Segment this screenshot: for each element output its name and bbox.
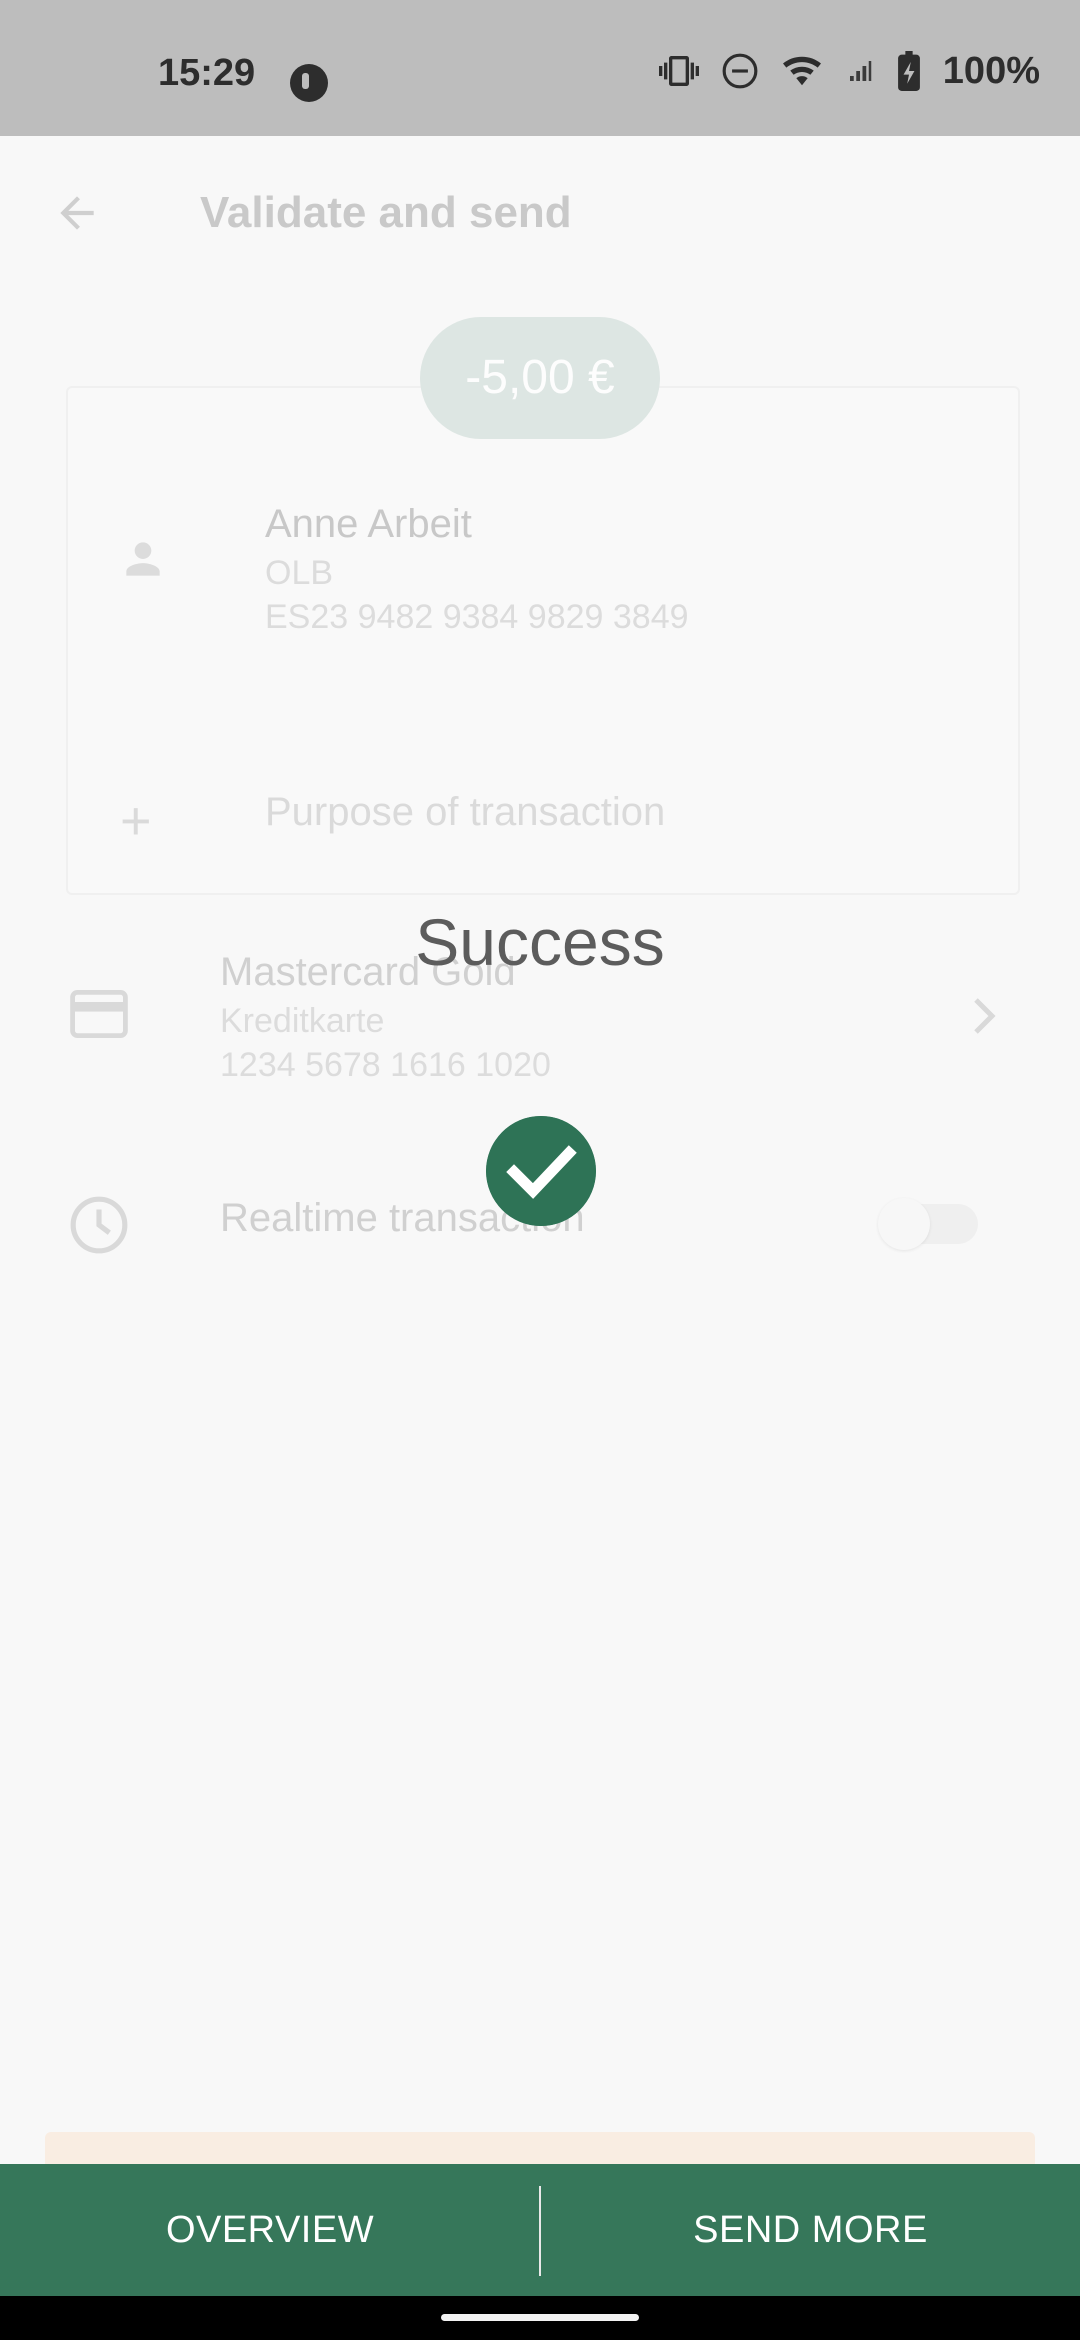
account-type: Kreditkarte <box>220 1002 385 1040</box>
arrow-left-icon[interactable] <box>52 188 102 238</box>
app-notification-icon <box>290 64 328 102</box>
clock-icon <box>70 1196 128 1254</box>
check-circle-icon <box>486 1116 596 1226</box>
recipient-iban: ES23 9482 9384 9829 3849 <box>265 598 689 636</box>
recipient-name: Anne Arbeit <box>265 502 472 546</box>
amount-badge: -5,00 € <box>420 317 660 439</box>
wifi-icon <box>782 56 821 86</box>
purpose-input[interactable]: Purpose of transaction <box>265 790 665 835</box>
battery-charging-icon <box>897 51 920 91</box>
realtime-toggle[interactable] <box>878 1198 978 1250</box>
vibrate-icon <box>658 56 699 86</box>
add-icon[interactable]: + <box>120 794 152 848</box>
app-bar: Validate and send <box>0 136 1080 291</box>
home-gesture-handle[interactable] <box>441 2314 639 2321</box>
do-not-disturb-icon <box>722 53 758 89</box>
bottom-action-bar: OVERVIEW SEND MORE <box>0 2164 1080 2296</box>
success-title: Success <box>415 905 665 979</box>
send-more-button[interactable]: SEND MORE <box>541 2164 1080 2296</box>
system-nav-bar <box>0 2296 1080 2340</box>
overview-button[interactable]: OVERVIEW <box>0 2164 540 2296</box>
credit-card-icon <box>70 990 128 1038</box>
signal-icon <box>849 61 872 81</box>
toggle-knob <box>878 1198 930 1250</box>
person-icon <box>126 542 160 576</box>
status-time: 15:29 <box>158 52 256 94</box>
status-bar: 15:29 100% <box>0 0 1080 136</box>
chevron-right-icon[interactable] <box>968 996 1000 1036</box>
recipient-bank: OLB <box>265 554 334 592</box>
battery-percentage: 100% <box>942 49 1040 92</box>
page-title: Validate and send <box>200 188 572 237</box>
status-icons: 100% <box>658 48 1040 94</box>
account-number: 1234 5678 1616 1020 <box>220 1046 551 1084</box>
